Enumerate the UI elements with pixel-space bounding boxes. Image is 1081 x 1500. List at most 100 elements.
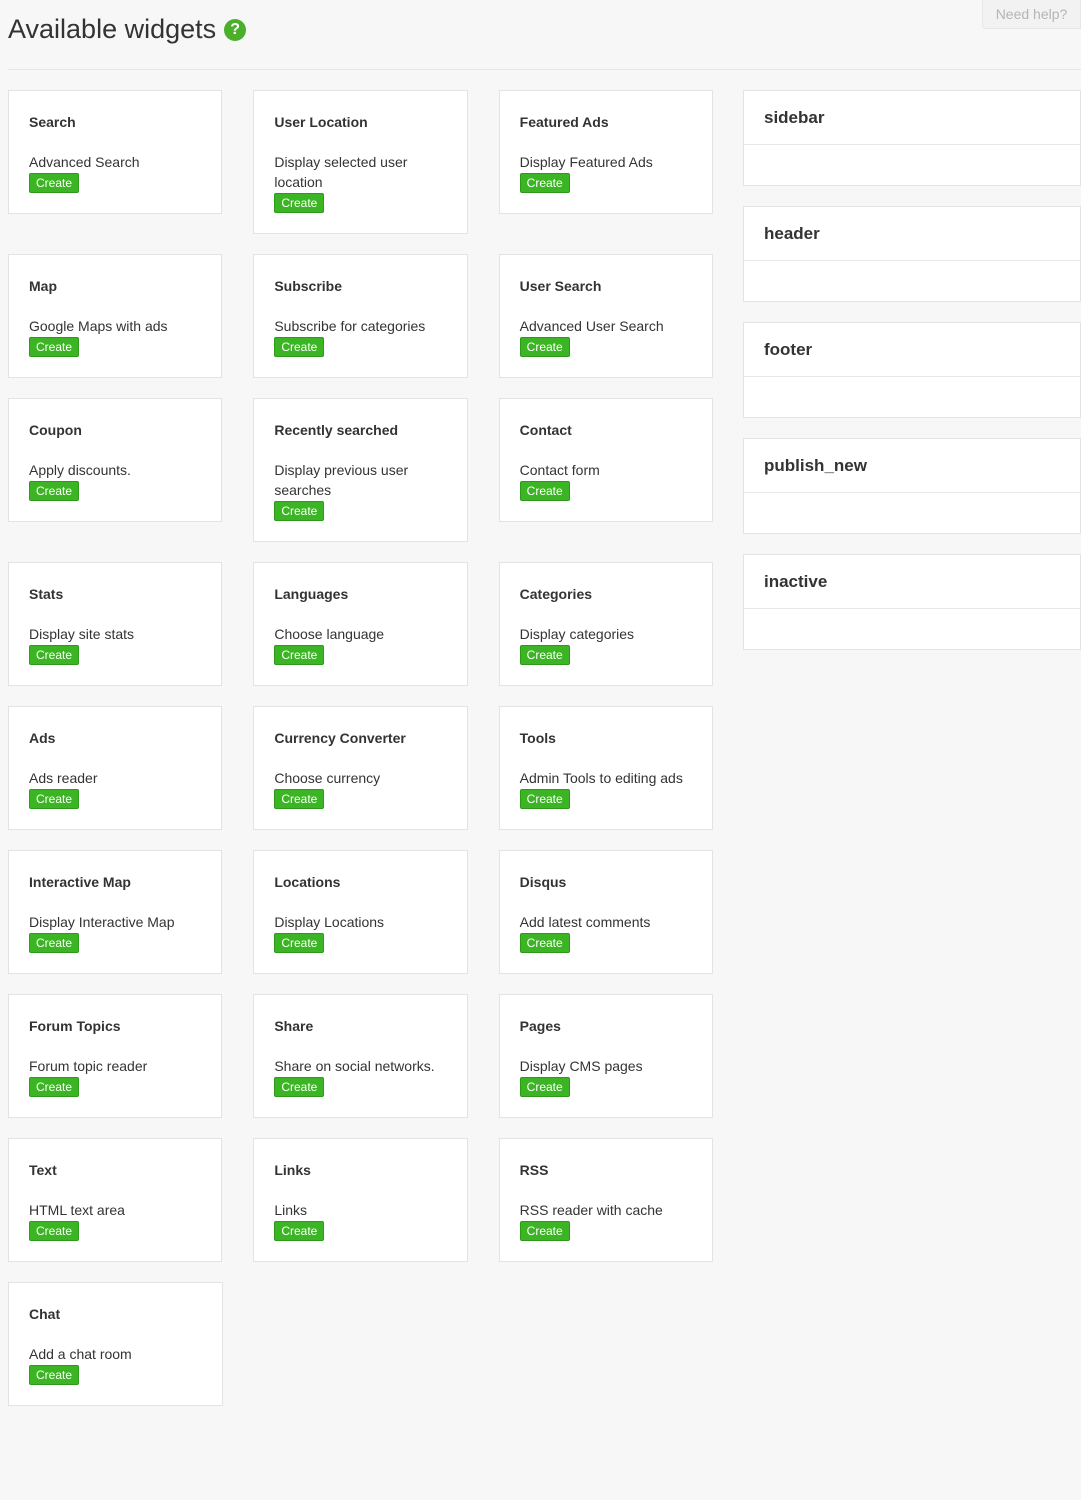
widget-description: Links <box>274 1202 308 1218</box>
widget-title: Text <box>29 1162 57 1178</box>
create-button[interactable]: Create <box>519 173 570 193</box>
placeholder-inactive: inactive <box>743 554 1081 650</box>
widget-description: Choose currency <box>274 770 381 786</box>
create-button[interactable]: Create <box>29 933 80 953</box>
create-button[interactable]: Create <box>29 1365 80 1385</box>
create-button[interactable]: Create <box>519 1077 570 1097</box>
create-button[interactable]: Create <box>29 789 80 809</box>
widget-description: Advanced User Search <box>519 318 664 334</box>
placeholder-publish-new: publish_new <box>743 438 1081 534</box>
placeholder-title: inactive <box>744 555 1080 609</box>
create-button[interactable]: Create <box>519 789 570 809</box>
page-title: Available widgets ? <box>8 14 247 45</box>
create-button[interactable]: Create <box>274 645 325 665</box>
widget-title: Stats <box>29 586 64 602</box>
widget-card-stats: Stats Display site stats Create <box>8 562 223 686</box>
widget-description: Display Interactive Map <box>29 914 175 930</box>
widget-description: HTML text area <box>29 1202 125 1218</box>
widget-card-contact: Contact Contact form Create <box>498 398 713 522</box>
widget-description: Admin Tools to editing ads <box>519 770 683 786</box>
placeholder-dropzone[interactable] <box>744 261 1080 301</box>
widget-row: Interactive Map Display Interactive Map … <box>8 850 713 974</box>
widget-title: Forum Topics <box>29 1018 121 1034</box>
widget-card-share: Share Share on social networks. Create <box>253 994 468 1118</box>
question-circle-icon[interactable]: ? <box>224 18 247 41</box>
widget-title: Subscribe <box>274 278 343 294</box>
widget-title: Disqus <box>519 874 567 890</box>
create-button[interactable]: Create <box>519 933 570 953</box>
placeholder-dropzone[interactable] <box>744 145 1080 185</box>
create-button[interactable]: Create <box>519 337 570 357</box>
create-button[interactable]: Create <box>29 1077 80 1097</box>
widget-description: Display previous user searches <box>274 462 409 498</box>
widget-card-categories: Categories Display categories Create <box>498 562 713 686</box>
widget-description: Display categories <box>519 626 635 642</box>
create-button[interactable]: Create <box>29 337 80 357</box>
create-button[interactable]: Create <box>274 1221 325 1241</box>
widget-row: Forum Topics Forum topic reader Create S… <box>8 994 713 1118</box>
widget-title: Search <box>29 114 76 130</box>
widget-placeholders: sidebar header footer publish_new inacti… <box>743 90 1081 670</box>
widget-title: Locations <box>274 874 341 890</box>
widget-title: Contact <box>519 422 572 438</box>
placeholder-title: sidebar <box>744 91 1080 145</box>
create-button[interactable]: Create <box>274 1077 325 1097</box>
widget-description: Google Maps with ads <box>29 318 168 334</box>
widget-description: Subscribe for categories <box>274 318 426 334</box>
widget-card-ads: Ads Ads reader Create <box>8 706 223 830</box>
widget-card-links: Links Links Create <box>253 1138 468 1262</box>
create-button[interactable]: Create <box>29 645 80 665</box>
widget-card-search: Search Advanced Search Create <box>8 90 223 214</box>
create-button[interactable]: Create <box>29 173 80 193</box>
create-button[interactable]: Create <box>274 933 325 953</box>
widget-row: Chat Add a chat room Create <box>8 1282 713 1406</box>
need-help-button[interactable]: Need help? <box>982 0 1081 29</box>
placeholder-sidebar: sidebar <box>743 90 1081 186</box>
create-button[interactable]: Create <box>519 481 570 501</box>
create-button[interactable]: Create <box>29 1221 80 1241</box>
widget-title: Featured Ads <box>519 114 609 130</box>
placeholder-dropzone[interactable] <box>744 609 1080 649</box>
widget-card-rss: RSS RSS reader with cache Create <box>498 1138 713 1262</box>
widget-card-disqus: Disqus Add latest comments Create <box>498 850 713 974</box>
widget-description: Forum topic reader <box>29 1058 148 1074</box>
widget-title: Languages <box>274 586 349 602</box>
widget-row: Coupon Apply discounts. Create Recently … <box>8 398 713 542</box>
widget-title: Ads <box>29 730 56 746</box>
widget-card-featured-ads: Featured Ads Display Featured Ads Create <box>498 90 713 214</box>
widget-card-coupon: Coupon Apply discounts. Create <box>8 398 223 522</box>
widget-title: Share <box>274 1018 314 1034</box>
create-button[interactable]: Create <box>519 1221 570 1241</box>
widget-title: Recently searched <box>274 422 399 438</box>
placeholder-footer: footer <box>743 322 1081 418</box>
placeholder-title: publish_new <box>744 439 1080 493</box>
widget-row: Stats Display site stats Create Language… <box>8 562 713 686</box>
create-button[interactable]: Create <box>29 481 80 501</box>
create-button[interactable]: Create <box>274 193 325 213</box>
placeholder-dropzone[interactable] <box>744 377 1080 417</box>
widget-description: RSS reader with cache <box>519 1202 663 1218</box>
widget-description: Display CMS pages <box>519 1058 643 1074</box>
widget-description: Display Locations <box>274 914 385 930</box>
placeholder-dropzone[interactable] <box>744 493 1080 533</box>
widget-card-forum-topics: Forum Topics Forum topic reader Create <box>8 994 223 1118</box>
placeholder-title: footer <box>744 323 1080 377</box>
widget-card-locations: Locations Display Locations Create <box>253 850 468 974</box>
create-button[interactable]: Create <box>519 645 570 665</box>
widget-card-map: Map Google Maps with ads Create <box>8 254 223 378</box>
create-button[interactable]: Create <box>274 789 325 809</box>
widget-description: Ads reader <box>29 770 98 786</box>
widget-row: Text HTML text area Create Links Links C… <box>8 1138 713 1262</box>
widget-title: Categories <box>519 586 593 602</box>
widget-row: Map Google Maps with ads Create Subscrib… <box>8 254 713 378</box>
widget-description: Share on social networks. <box>274 1058 435 1074</box>
create-button[interactable]: Create <box>274 337 325 357</box>
page-title-text: Available widgets <box>8 14 217 44</box>
widget-title: User Search <box>519 278 602 294</box>
widget-row: Search Advanced Search Create User Locat… <box>8 90 713 234</box>
widget-description: Display Featured Ads <box>519 154 653 170</box>
create-button[interactable]: Create <box>274 501 325 521</box>
widget-title: Currency Converter <box>274 730 406 746</box>
widget-description: Contact form <box>519 462 600 478</box>
widget-description: Display selected user location <box>274 154 408 190</box>
